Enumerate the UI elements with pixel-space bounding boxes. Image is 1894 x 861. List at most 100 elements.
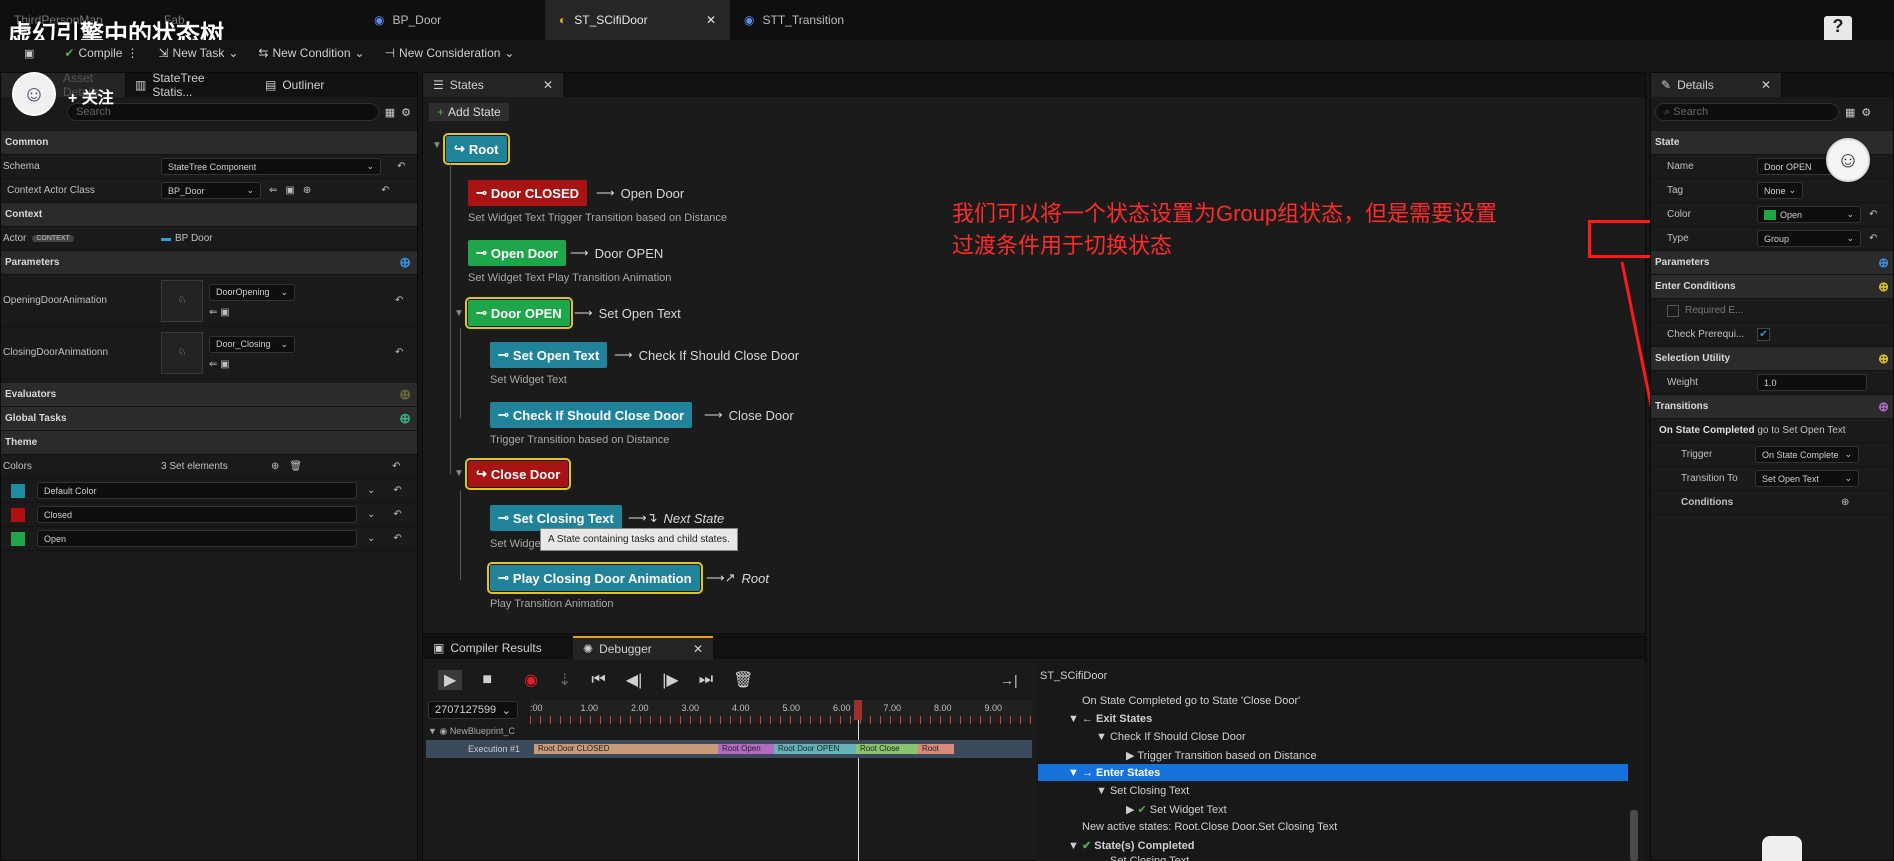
close-icon[interactable]: ✕ [706, 13, 716, 27]
log-line[interactable]: ▼ ✔ State(s) Completed [1068, 839, 1194, 852]
section-parameters[interactable]: Parameters ⊕ [1651, 251, 1893, 275]
transition-to-dropdown[interactable]: Set Open Text ⌄ [1755, 470, 1859, 487]
compile-button[interactable]: ✔ Compile ⋮ [64, 46, 138, 60]
tab-details[interactable]: ✎ Details ✕ [1651, 73, 1781, 97]
state-root[interactable]: ↪ Root [443, 133, 510, 165]
state-close-door[interactable]: ↪ Close Door [464, 458, 572, 490]
section-context[interactable]: Context [1, 203, 417, 227]
browse-icon[interactable]: ▣ [220, 359, 229, 370]
tab-st-scifidoor[interactable]: ◐ ST_SCifiDoor ✕ [545, 0, 730, 40]
tab-stt-transition[interactable]: ◉ STT_Transition [730, 0, 915, 40]
scrollbar[interactable] [1630, 810, 1638, 861]
section-global-tasks[interactable]: Global Tasks ⊕ [1, 407, 417, 431]
state-play-closing-animation[interactable]: ⊸ Play Closing Door Animation [487, 562, 703, 594]
timeline-segment[interactable]: Root Door CLOSED [534, 744, 718, 754]
add-icon[interactable]: ⊕ [303, 185, 311, 196]
add-icon[interactable]: ⊕ [1878, 351, 1889, 367]
help-icon[interactable]: ? [1824, 16, 1852, 42]
log-line[interactable]: ▼ Check If Should Close Door [1096, 731, 1246, 743]
tab-states[interactable]: ☰ States ✕ [423, 73, 563, 97]
state-set-open-text[interactable]: ⊸ Set Open Text [490, 342, 608, 368]
playhead-handle[interactable] [854, 700, 862, 720]
reset-icon[interactable]: ↶ [395, 347, 403, 358]
track-row[interactable]: ▼ ◉ NewBlueprint_C [428, 726, 515, 737]
tab-outliner[interactable]: ▤ Outliner [255, 73, 334, 97]
add-icon[interactable]: ⊕ [1878, 279, 1889, 295]
color-dropdown[interactable]: Open ⌄ [1757, 206, 1861, 223]
add-icon[interactable]: ⊕ [271, 461, 279, 472]
new-condition-button[interactable]: ⇆ New Condition ⌄ [258, 46, 364, 60]
timeline-segment[interactable]: Root Open [718, 744, 774, 754]
state-open-door[interactable]: ⊸ Open Door [468, 240, 567, 266]
instance-id-dropdown[interactable]: 2707127599 ⌄ [428, 701, 518, 719]
play-icon[interactable]: ▶ [438, 670, 463, 690]
add-parameter-icon[interactable]: ⊕ [399, 254, 411, 271]
close-icon[interactable]: ✕ [543, 78, 553, 92]
follow-end-icon[interactable]: →| [1000, 672, 1018, 688]
trash-icon[interactable]: 🗑 [733, 670, 753, 690]
use-selected-icon[interactable]: ⇐ [209, 307, 217, 318]
add-icon[interactable]: ⊕ [1841, 497, 1849, 508]
color-name-input[interactable]: Default Color [37, 482, 357, 499]
add-icon[interactable]: ⊕ [1878, 399, 1889, 415]
section-common[interactable]: Common [1, 131, 417, 155]
close-icon[interactable]: ✕ [693, 642, 703, 656]
section-theme[interactable]: Theme [1, 431, 417, 455]
context-actor-class-dropdown[interactable]: BP_Door ⌄ [161, 182, 261, 199]
section-enter-conditions[interactable]: Enter Conditions ⊕ [1651, 275, 1893, 299]
timeline-segment[interactable]: Root Door OPEN [774, 744, 856, 754]
chevron-down-icon[interactable]: ⌄ [367, 533, 375, 544]
check-prereq-checkbox[interactable]: ✔ [1757, 328, 1770, 341]
tab-compiler-results[interactable]: ▣ Compiler Results [423, 636, 573, 660]
expand-icon[interactable]: ▼ [454, 468, 464, 479]
state-door-closed[interactable]: ⊸ Door CLOSED [468, 180, 588, 206]
details-search-input[interactable]: ⌕ Search [1655, 103, 1839, 121]
delete-icon[interactable]: 🗑 [289, 461, 302, 472]
reset-icon[interactable]: ↶ [393, 533, 401, 544]
step-icon[interactable]: ⇣ [558, 670, 571, 690]
section-selection-utility[interactable]: Selection Utility ⊕ [1651, 347, 1893, 371]
reset-icon[interactable]: ↶ [392, 461, 400, 472]
follow-button[interactable]: + 关注 [68, 84, 114, 108]
record-icon[interactable]: ◉ [524, 670, 538, 690]
new-task-button[interactable]: ⇲ New Task ⌄ [158, 46, 238, 60]
color-swatch[interactable] [11, 483, 25, 498]
weight-input[interactable]: 1.0 [1757, 374, 1867, 391]
reset-icon[interactable]: ↶ [395, 295, 403, 306]
transition-header-row[interactable]: On State Completed go to Set Open Text [1651, 419, 1893, 443]
chevron-down-icon[interactable]: ⌄ [367, 485, 375, 496]
reset-icon[interactable]: ↶ [1869, 233, 1877, 244]
required-checkbox[interactable] [1667, 304, 1679, 317]
param-asset-dropdown[interactable]: Door_Closing ⌄ [209, 335, 295, 353]
log-line[interactable]: ▼ → Enter States [1068, 767, 1160, 779]
section-transitions[interactable]: Transitions ⊕ [1651, 395, 1893, 419]
settings-icon[interactable]: ⚙ [1861, 106, 1871, 119]
log-line[interactable]: ▼ Set Closing Text [1096, 785, 1189, 797]
more-icon[interactable]: ⋮ [126, 46, 138, 60]
chevron-down-icon[interactable]: ⌄ [367, 509, 375, 520]
settings-icon[interactable]: ⚙ [401, 106, 411, 119]
use-selected-icon[interactable]: ⇐ [209, 359, 217, 370]
table-view-icon[interactable]: ▦ [1845, 106, 1855, 119]
state-door-open[interactable]: ⊸ Door OPEN [465, 297, 573, 329]
log-line[interactable]: ▶ ✔ Set Widget Text [1126, 803, 1227, 816]
tab-debugger[interactable]: ✺ Debugger ✕ [573, 636, 713, 660]
log-line[interactable]: ▶ Trigger Transition based on Distance [1126, 749, 1317, 762]
tab-bp-door[interactable]: ◉ BP_Door [360, 0, 545, 40]
color-swatch[interactable] [11, 507, 25, 522]
animation-thumbnail[interactable]: ♘ [161, 279, 203, 322]
log-line[interactable]: ▼ ← Exit States [1068, 713, 1152, 725]
new-consideration-button[interactable]: ⊣ New Consideration ⌄ [385, 46, 515, 60]
schema-dropdown[interactable]: StateTree Component ⌄ [161, 158, 381, 175]
reset-icon[interactable]: ↶ [393, 485, 401, 496]
table-view-icon[interactable]: ▦ [385, 106, 395, 119]
param-asset-dropdown[interactable]: DoorOpening ⌄ [209, 283, 295, 301]
state-check-close-door[interactable]: ⊸ Check If Should Close Door [490, 402, 693, 428]
step-forward-icon[interactable]: |▶ [662, 670, 678, 690]
type-dropdown[interactable]: Group ⌄ [1757, 230, 1861, 247]
reset-icon[interactable]: ↶ [397, 161, 405, 172]
timeline-segment[interactable]: Root Close [856, 744, 918, 754]
tab-statetree-statistics[interactable]: ▥ StateTree Statis... [125, 71, 255, 99]
tag-dropdown[interactable]: None ⌄ [1757, 182, 1803, 199]
add-global-task-icon[interactable]: ⊕ [399, 410, 411, 427]
